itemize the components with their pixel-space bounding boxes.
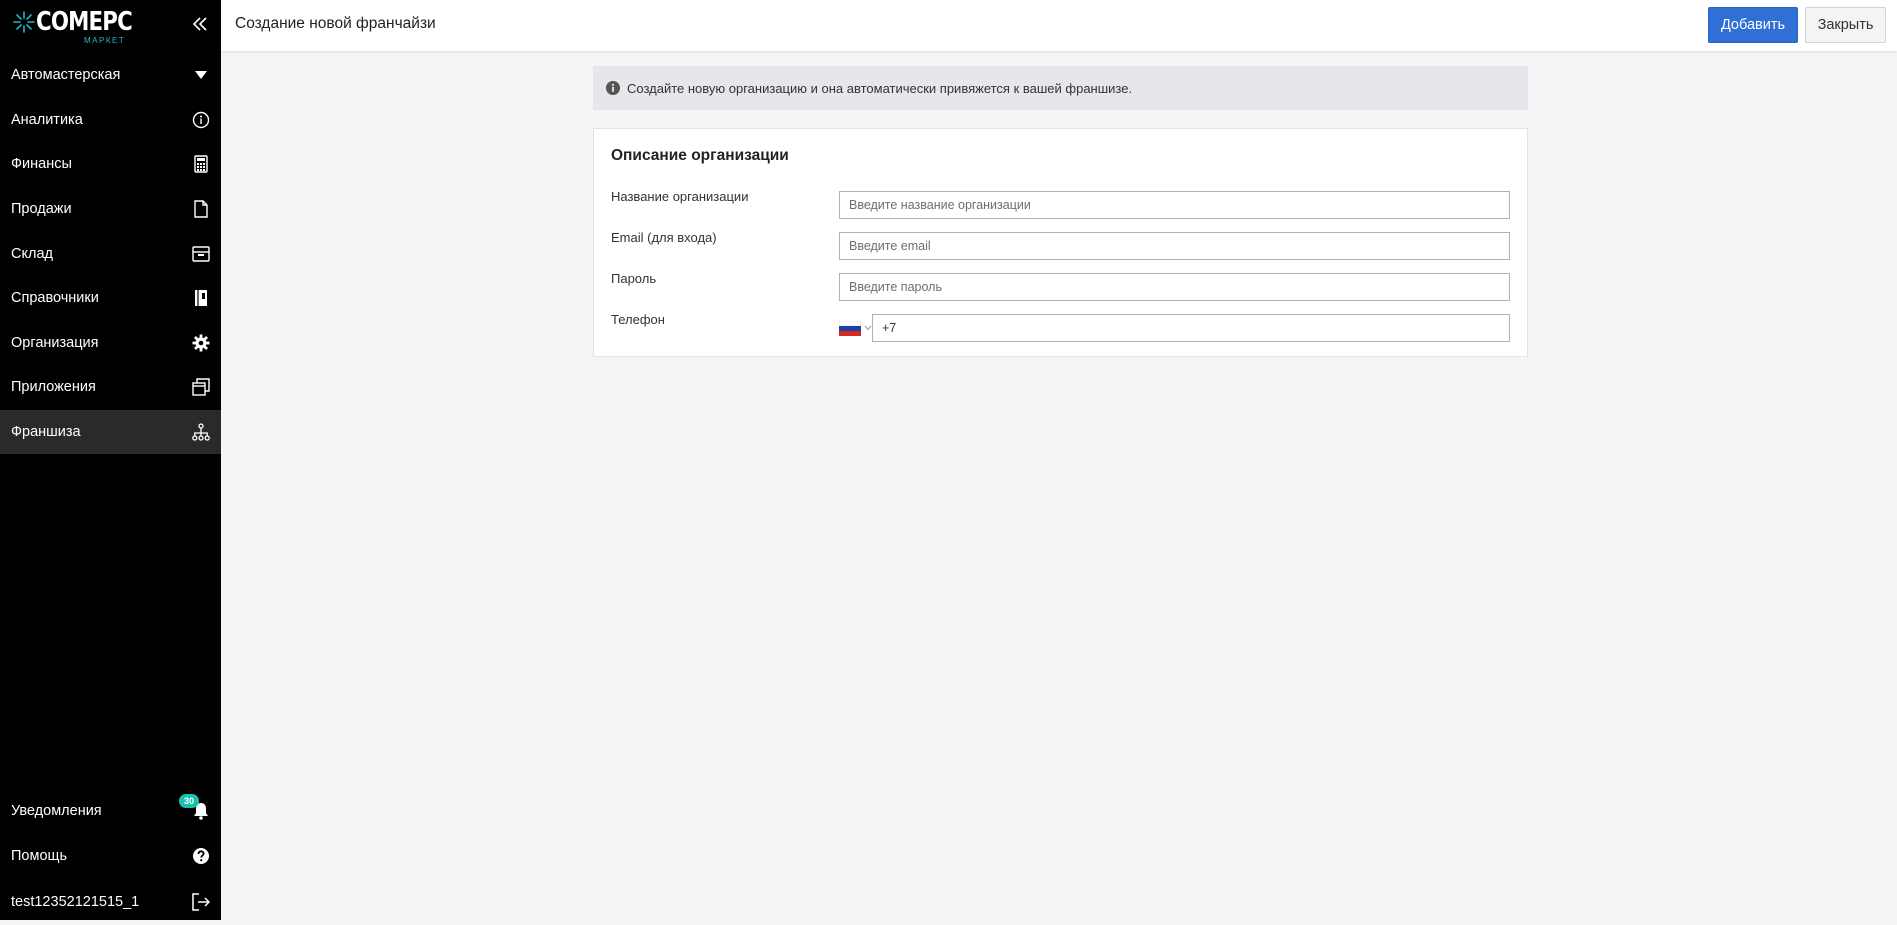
form-title: Описание организации xyxy=(611,147,789,164)
brand-logo[interactable]: COMEPC МАРКЕТ xyxy=(12,6,133,46)
sidebar-item-label: Аналитика xyxy=(11,111,83,128)
info-banner: Создайте новую организацию и она автомат… xyxy=(593,66,1528,110)
collapse-sidebar-icon[interactable] xyxy=(188,12,212,36)
gear-icon xyxy=(191,333,211,353)
chevron-down-icon xyxy=(864,325,872,331)
company-label: Автомастерская xyxy=(11,67,121,84)
sidebar-item-sales[interactable]: Продажи xyxy=(0,187,221,232)
top-bar: Создание новой франчайзи Добавить Закрыт… xyxy=(221,0,1897,51)
box-icon xyxy=(191,244,211,264)
company-selector[interactable]: Автомастерская xyxy=(0,53,221,98)
question-circle-icon xyxy=(191,846,211,866)
sidebar-menu: Автомастерская Аналитика Финансы Продажи xyxy=(0,53,221,455)
sidebar-item-label: Финансы xyxy=(11,156,72,173)
book-icon xyxy=(191,288,211,308)
email-input[interactable] xyxy=(839,232,1510,260)
sidebar-item-label: Франшиза xyxy=(11,424,81,441)
sidebar-item-label: Помощь xyxy=(11,848,68,865)
sidebar-item-references[interactable]: Справочники xyxy=(0,276,221,321)
sidebar-item-label: Организация xyxy=(11,334,99,351)
windows-icon xyxy=(191,377,211,397)
org-name-input[interactable] xyxy=(839,191,1510,219)
sidebar-item-user[interactable]: test12352121515_1 xyxy=(0,879,221,925)
calculator-icon xyxy=(191,154,211,174)
logo-star-icon xyxy=(13,11,35,33)
sidebar: COMEPC МАРКЕТ Автомастерская Аналитика Ф… xyxy=(0,0,221,920)
brand-name: COMEPC xyxy=(36,7,133,37)
sidebar-item-finance[interactable]: Финансы xyxy=(0,142,221,187)
sidebar-item-notifications[interactable]: Уведомления 30 xyxy=(0,788,221,834)
country-selector[interactable] xyxy=(839,320,873,336)
email-label: Email (для входа) xyxy=(611,230,717,245)
sidebar-item-label: Приложения xyxy=(11,379,96,396)
sidebar-item-apps[interactable]: Приложения xyxy=(0,365,221,410)
sidebar-item-label: Склад xyxy=(11,245,53,262)
org-name-label: Название организации xyxy=(611,189,749,204)
form-row-phone: Телефон xyxy=(611,312,1511,342)
sidebar-item-analytics[interactable]: Аналитика xyxy=(0,98,221,143)
sidebar-item-label: Справочники xyxy=(11,290,99,307)
document-icon xyxy=(191,199,211,219)
user-name: test12352121515_1 xyxy=(11,893,140,910)
form-row-name: Название организации xyxy=(611,189,1511,219)
sidebar-item-organization[interactable]: Организация xyxy=(0,321,221,366)
phone-label: Телефон xyxy=(611,312,665,327)
sidebar-item-label: Уведомления xyxy=(11,802,102,819)
info-icon xyxy=(606,81,620,95)
brand-subtitle: МАРКЕТ xyxy=(84,36,126,45)
info-text: Создайте новую организацию и она автомат… xyxy=(627,80,1133,96)
password-label: Пароль xyxy=(611,271,657,286)
sidebar-item-franchise[interactable]: Франшиза xyxy=(0,409,221,455)
sidebar-item-warehouse[interactable]: Склад xyxy=(0,231,221,276)
password-input[interactable] xyxy=(839,273,1510,301)
organization-form-card: Описание организации Название организаци… xyxy=(593,128,1528,357)
notification-count-badge: 30 xyxy=(179,794,199,808)
sidebar-item-label: Продажи xyxy=(11,201,72,218)
form-row-email: Email (для входа) xyxy=(611,230,1511,260)
russia-flag-icon xyxy=(839,320,861,336)
form-row-password: Пароль xyxy=(611,271,1511,301)
info-circle-icon xyxy=(191,110,211,130)
hierarchy-icon xyxy=(191,422,211,442)
close-button[interactable]: Закрыть xyxy=(1805,7,1886,43)
caret-down-icon xyxy=(191,65,211,85)
sidebar-bottom-menu: Уведомления 30 Помощь test12352121515_1 xyxy=(0,788,221,925)
phone-input[interactable] xyxy=(872,314,1510,342)
sidebar-item-help[interactable]: Помощь xyxy=(0,834,221,880)
add-button[interactable]: Добавить xyxy=(1708,7,1798,43)
page-title: Создание новой франчайзи xyxy=(235,15,436,32)
logout-icon[interactable] xyxy=(191,892,211,912)
